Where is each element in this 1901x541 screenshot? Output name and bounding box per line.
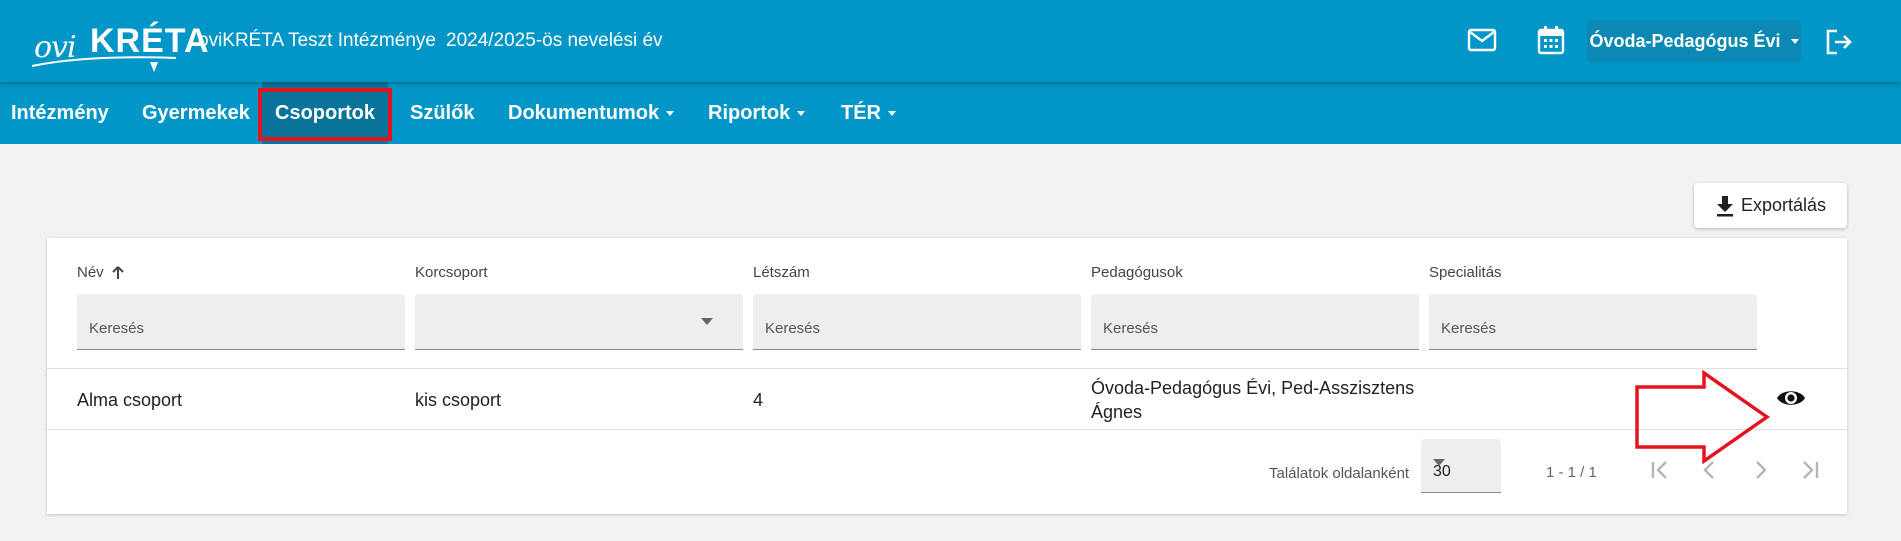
download-icon	[1716, 195, 1733, 216]
ovikreta-logo[interactable]: ovi KRÉTA	[30, 12, 209, 72]
chevron-down-icon	[797, 110, 806, 116]
column-header-label: Név	[77, 264, 104, 281]
page-size-select[interactable]: 30	[1421, 439, 1501, 493]
page-size-label: Találatok oldalanként	[1269, 465, 1410, 482]
column-header-pedagogusok[interactable]: Pedagógusok	[1091, 264, 1183, 281]
nav-item-gyermekek[interactable]: Gyermekek	[131, 82, 261, 144]
column-header-label: Specialitás	[1429, 264, 1502, 281]
column-header-specialitas[interactable]: Specialitás	[1429, 264, 1502, 281]
nav-item-csoportok[interactable]: Csoportok	[262, 82, 388, 144]
chevron-down-icon	[888, 110, 896, 116]
filter-nev-input[interactable]	[77, 294, 405, 349]
export-button[interactable]: Exportálás	[1694, 183, 1847, 228]
export-label: Exportálás	[1740, 195, 1827, 215]
nav-item-label: Intézmény	[11, 101, 109, 124]
calendar-icon[interactable]	[1537, 25, 1565, 55]
column-header-nev[interactable]: Név	[77, 264, 124, 281]
user-name: Óvoda-Pedagógus Évi	[1589, 30, 1781, 51]
nav-item-label: Csoportok	[275, 101, 375, 124]
nav-item-label: Szülők	[410, 101, 475, 124]
main-nav: Intézmény Gyermekek Csoportok Szülők Dok…	[0, 82, 1901, 144]
filter-letszam	[753, 294, 1081, 350]
column-header-korcsoport[interactable]: Korcsoport	[415, 264, 488, 281]
top-bar: ovi KRÉTA oviKRÉTA Teszt Intézménye 2024…	[0, 0, 1901, 82]
cell-pedagogusok-line1: Óvoda-Pedagógus Évi, Ped-Asszisztens	[1091, 378, 1415, 398]
column-header-letszam[interactable]: Létszám	[753, 264, 810, 281]
cell-korcsoport: kis csoport	[415, 390, 502, 410]
nav-item-szulok[interactable]: Szülők	[399, 82, 485, 144]
groups-table: Név Korcsoport Létszám Pedagógusok Speci…	[47, 238, 1847, 514]
annotation-arrow	[1635, 370, 1770, 464]
mail-icon[interactable]	[1467, 28, 1497, 52]
column-header-label: Pedagógusok	[1091, 264, 1183, 281]
sort-ascending-icon	[111, 265, 124, 279]
nav-item-intezmeny[interactable]: Intézmény	[0, 82, 120, 144]
filter-korcsoport-select[interactable]	[415, 294, 743, 350]
last-page-icon[interactable]	[1798, 458, 1822, 482]
filter-specialitas	[1429, 294, 1757, 350]
nav-item-riportok[interactable]: Riportok	[697, 82, 816, 144]
cell-nev: Alma csoport	[77, 390, 183, 410]
nav-item-label: TÉR	[841, 101, 881, 124]
row-divider	[47, 368, 1847, 369]
nav-item-ter[interactable]: TÉR	[830, 82, 907, 144]
dropdown-arrow-icon	[701, 318, 713, 325]
filter-pedagogusok-input[interactable]	[1091, 294, 1419, 349]
school-year: 2024/2025-ös nevelési év	[446, 30, 663, 51]
logo-prefix: ovi	[34, 30, 77, 65]
cell-pedagogusok-line2: Ágnes	[1091, 402, 1143, 422]
logo-brand: KRÉTA	[90, 22, 210, 60]
nav-item-label: Gyermekek	[142, 101, 250, 124]
nav-item-label: Riportok	[708, 101, 791, 124]
filter-letszam-input[interactable]	[753, 294, 1081, 349]
user-menu-button[interactable]: Óvoda-Pedagógus Évi	[1587, 20, 1801, 62]
nav-item-dokumentumok[interactable]: Dokumentumok	[497, 82, 685, 144]
page-range: 1 - 1 / 1	[1546, 464, 1597, 481]
column-header-label: Létszám	[753, 264, 810, 281]
filter-specialitas-input[interactable]	[1429, 294, 1757, 349]
row-divider	[47, 429, 1847, 430]
filter-pedagogusok	[1091, 294, 1419, 350]
column-header-label: Korcsoport	[415, 264, 488, 281]
view-eye-icon[interactable]	[1776, 386, 1806, 410]
chevron-down-icon	[666, 110, 675, 116]
dropdown-arrow-icon	[1433, 459, 1445, 466]
institution-name: oviKRÉTA Teszt Intézménye	[198, 30, 436, 51]
logout-icon[interactable]	[1825, 29, 1853, 55]
chevron-down-icon	[1790, 38, 1799, 44]
nav-item-label: Dokumentumok	[508, 101, 660, 124]
cell-letszam: 4	[753, 390, 764, 410]
filter-nev	[77, 294, 405, 350]
